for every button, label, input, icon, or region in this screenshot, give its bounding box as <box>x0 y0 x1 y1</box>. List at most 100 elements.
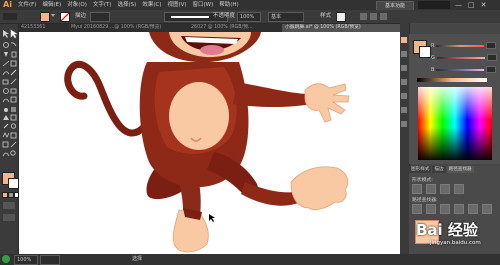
color-ramp-bar[interactable] <box>417 78 487 82</box>
align-right-icon[interactable] <box>380 13 387 20</box>
rotate-tool-icon[interactable] <box>3 88 9 94</box>
swatches-panel-icon[interactable] <box>401 51 407 57</box>
direct-selection-tool-icon[interactable] <box>10 29 18 39</box>
brush-definition-dropdown[interactable]: 基本 <box>268 12 304 22</box>
zoom-tool-icon[interactable] <box>10 150 16 156</box>
draw-mode-icon[interactable] <box>3 202 15 209</box>
line-tool-icon[interactable] <box>2 60 10 67</box>
menu-view[interactable]: 视图(V) <box>167 0 186 10</box>
slider-row-g: G <box>431 54 497 61</box>
search-stock-input[interactable] <box>418 1 450 9</box>
lasso-tool-icon[interactable] <box>10 42 17 47</box>
tab-doc-3[interactable]: 26027 @ 100% (RGB/预... <box>188 24 286 32</box>
tab-doc-2[interactable]: Myui 20160829 ...@ 100% (RGB/预览) <box>68 24 192 32</box>
slider-b[interactable] <box>436 68 485 71</box>
crop-button[interactable] <box>454 204 464 214</box>
slider-b-value[interactable] <box>486 66 497 73</box>
menu-select[interactable]: 选择(S) <box>118 0 137 10</box>
slider-g-value[interactable] <box>486 54 497 61</box>
graphic-style-swatch[interactable] <box>336 12 346 22</box>
color-panel-stroke-swatch[interactable] <box>419 46 431 58</box>
tools-panel <box>0 24 19 254</box>
stroke-color-box[interactable] <box>8 178 19 189</box>
eyedropper-tool-icon[interactable] <box>3 123 9 129</box>
zoom-field[interactable]: 100% <box>14 255 38 265</box>
blend-tool-icon[interactable] <box>10 123 17 129</box>
pen-tool-icon[interactable] <box>4 52 8 57</box>
opacity-label: 不透明度 <box>213 13 236 19</box>
paintbrush-tool-icon[interactable] <box>2 71 10 76</box>
minus-back-button[interactable] <box>482 204 492 214</box>
opacity-field[interactable]: 100% <box>237 12 261 22</box>
stroke-swatch[interactable] <box>60 12 70 22</box>
menu-file[interactable]: 文件(F) <box>18 0 36 10</box>
minus-front-button[interactable] <box>426 184 436 194</box>
symbol-sprayer-tool-icon[interactable] <box>2 132 10 138</box>
fill-swatch[interactable] <box>40 12 50 22</box>
baidu-watermark: Bai 经验 <box>416 221 478 239</box>
minimize-button[interactable]: — <box>455 0 462 10</box>
artboard-canvas[interactable] <box>19 32 400 254</box>
shape-builder-tool-icon[interactable] <box>4 108 8 112</box>
transparency-panel-icon[interactable] <box>401 121 407 127</box>
eraser-tool-icon[interactable] <box>2 79 9 85</box>
artboard-tool-icon[interactable] <box>2 141 9 148</box>
pencil-tool-icon[interactable] <box>10 69 17 76</box>
symbols-panel-icon[interactable] <box>401 79 407 85</box>
taskbar-app-icon[interactable] <box>2 255 10 263</box>
scissors-tool-icon[interactable] <box>10 78 17 85</box>
free-transform-tool-icon[interactable] <box>10 96 17 103</box>
width-tool-icon[interactable] <box>2 98 10 103</box>
slice-tool-icon[interactable] <box>10 141 17 148</box>
appearance-panel-icon[interactable] <box>401 107 407 113</box>
rectangle-tool-icon[interactable] <box>10 60 17 67</box>
tab-graphic-styles[interactable]: 图形样式 <box>409 166 432 173</box>
close-button[interactable]: ✕ <box>481 0 487 10</box>
menu-type[interactable]: 文字(T) <box>93 0 112 10</box>
selection-tool-icon[interactable] <box>3 30 9 38</box>
layers-panel-icon[interactable] <box>401 93 407 99</box>
color-panel-icon[interactable] <box>401 37 407 43</box>
brushes-panel-icon[interactable] <box>401 65 407 71</box>
slider-r-value[interactable] <box>486 42 497 49</box>
align-center-icon[interactable] <box>370 13 377 20</box>
unite-button[interactable] <box>412 184 422 194</box>
maximize-button[interactable]: □ <box>468 0 475 10</box>
outline-button[interactable] <box>468 204 478 214</box>
menu-effect[interactable]: 效果(C) <box>142 0 161 10</box>
slider-r[interactable] <box>436 44 485 47</box>
menu-object[interactable]: 对象(O) <box>67 0 87 10</box>
align-left-icon[interactable] <box>360 13 367 20</box>
type-tool-icon[interactable] <box>11 51 17 58</box>
trim-button[interactable] <box>426 204 436 214</box>
tab-pathfinder[interactable]: 路径查找器 <box>446 166 474 173</box>
menu-bar: Ai 文件(F) 编辑(E) 对象(O) 文字(T) 选择(S) 效果(C) 视… <box>0 0 500 11</box>
artboard-nav[interactable] <box>40 255 60 265</box>
current-tool-label: 选择 <box>132 256 143 262</box>
slider-g[interactable] <box>436 56 485 59</box>
color-spectrum-picker[interactable] <box>418 87 492 160</box>
menu-window[interactable]: 窗口(W) <box>193 0 214 10</box>
menu-edit[interactable]: 编辑(E) <box>42 0 61 10</box>
scale-tool-icon[interactable] <box>10 88 17 94</box>
slider-row-r: R <box>431 42 497 49</box>
merge-button[interactable] <box>440 204 450 214</box>
control-bar: 描边 基本 不透明度 100% 样式 <box>0 10 500 24</box>
mesh-tool-icon[interactable] <box>3 115 9 120</box>
divide-button[interactable] <box>412 204 422 214</box>
perspective-grid-tool-icon[interactable] <box>11 107 16 112</box>
fill-dropdown-icon[interactable] <box>51 14 55 18</box>
tab-stroke[interactable]: 描边 <box>432 166 446 173</box>
menu-help[interactable]: 帮助(H) <box>219 0 238 10</box>
intersect-button[interactable] <box>440 184 450 194</box>
tab-doc-1[interactable]: 42153361 <box>18 24 72 32</box>
gradient-tool-icon[interactable] <box>10 114 17 121</box>
magic-wand-tool-icon[interactable] <box>3 42 9 48</box>
tab-doc-active[interactable]: 小猴跳舞.ai* @ 100% (RGB/预览) <box>282 24 404 32</box>
hand-tool-icon[interactable] <box>2 152 10 157</box>
exclude-button[interactable] <box>454 184 464 194</box>
stroke-weight-field[interactable] <box>90 12 110 22</box>
screen-mode-icon[interactable] <box>3 214 15 221</box>
column-graph-tool-icon[interactable] <box>10 132 17 139</box>
monkey-right-hand <box>304 83 350 123</box>
